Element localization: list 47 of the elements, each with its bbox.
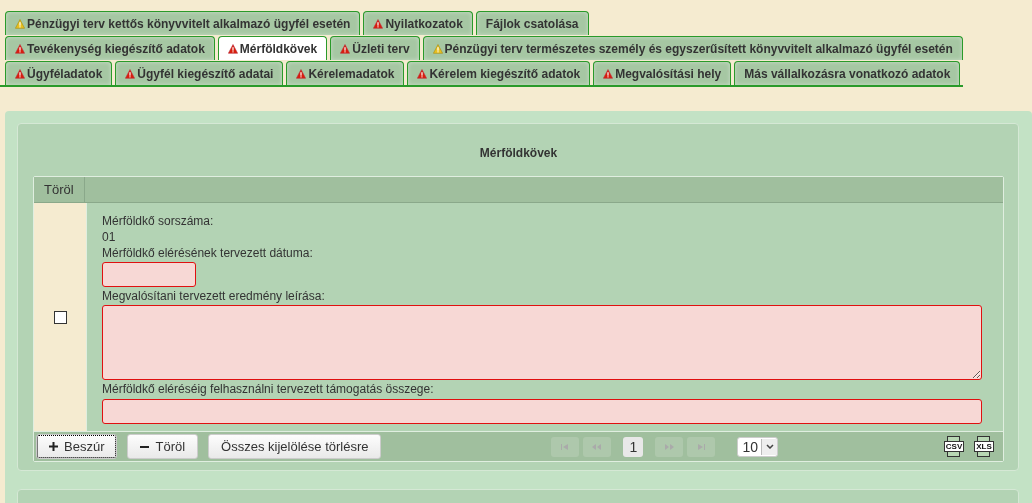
tab[interactable]: Pénzügyi terv természetes személy és egyszerűsített könyvvitelt alkalmazó ügyfél esetén bbox=[422, 36, 963, 60]
checkbox[interactable] bbox=[53, 310, 67, 324]
tab[interactable]: Megvalósítási hely bbox=[593, 61, 732, 85]
chevron-down-icon bbox=[765, 444, 774, 449]
tab[interactable]: Mérföldkövek bbox=[217, 36, 328, 60]
tab[interactable]: Üzleti terv bbox=[330, 36, 420, 60]
description-field[interactable] bbox=[102, 305, 982, 380]
minus-icon bbox=[140, 445, 150, 448]
warning-icon bbox=[227, 43, 238, 54]
first-page-icon bbox=[560, 443, 571, 450]
warning-icon bbox=[15, 18, 25, 29]
tab[interactable]: Kérelem kiegészítő adatok bbox=[407, 61, 591, 85]
page-size-select[interactable]: 10 bbox=[737, 436, 779, 457]
previous-page-icon bbox=[591, 443, 604, 450]
warning-icon bbox=[340, 43, 351, 54]
toolbar-button[interactable]: Töröl bbox=[127, 434, 199, 459]
tab[interactable]: Nyilatkozatok bbox=[363, 11, 473, 35]
tab[interactable]: Pénzügyi terv kettős könyvvitelt alkalmazó ügyfél esetén bbox=[5, 11, 361, 35]
tab[interactable]: Tevékenység kiegészítő adatok bbox=[5, 36, 215, 60]
warning-icon bbox=[15, 43, 25, 54]
warning-icon bbox=[603, 68, 614, 79]
last-page-icon bbox=[696, 443, 707, 450]
field-label: Mérföldkő elérésének tervezett dátuma: bbox=[102, 245, 313, 261]
warning-icon bbox=[373, 18, 384, 29]
tab[interactable]: Fájlok csatolása bbox=[475, 11, 589, 35]
column-header: Töröl bbox=[34, 177, 85, 202]
field-value: 01 bbox=[102, 229, 116, 245]
toolbar-button[interactable]: Összes kijelölése törlésre bbox=[208, 434, 382, 459]
warning-icon bbox=[417, 68, 428, 79]
warning-icon bbox=[296, 68, 307, 79]
tab[interactable]: Más vállalkozásra vonatkozó adatok bbox=[734, 61, 961, 85]
field-label: Mérföldkő sorszáma: bbox=[102, 213, 214, 229]
warning-icon bbox=[432, 43, 443, 54]
date-field[interactable] bbox=[102, 262, 196, 287]
warning-icon bbox=[125, 68, 136, 79]
tab[interactable]: Kérelemadatok bbox=[286, 61, 405, 85]
toolbar-button[interactable]: Beszúr bbox=[36, 434, 118, 459]
amount-field[interactable] bbox=[102, 399, 982, 424]
field-label: Megvalósítani tervezett eredmény leírása: bbox=[102, 288, 325, 304]
section-title: Mérföldkövek bbox=[478, 146, 559, 160]
tab[interactable]: Ügyfél kiegészítő adatai bbox=[115, 61, 284, 85]
next-page-icon bbox=[663, 443, 676, 450]
field-label: Mérföldkő eléréséig felhasználni tervezett támogatás összege: bbox=[102, 381, 434, 397]
plus-icon bbox=[49, 442, 58, 451]
warning-icon bbox=[15, 68, 25, 79]
tab[interactable]: Ügyféladatok bbox=[5, 61, 113, 85]
page-number[interactable]: 1 bbox=[623, 436, 644, 457]
